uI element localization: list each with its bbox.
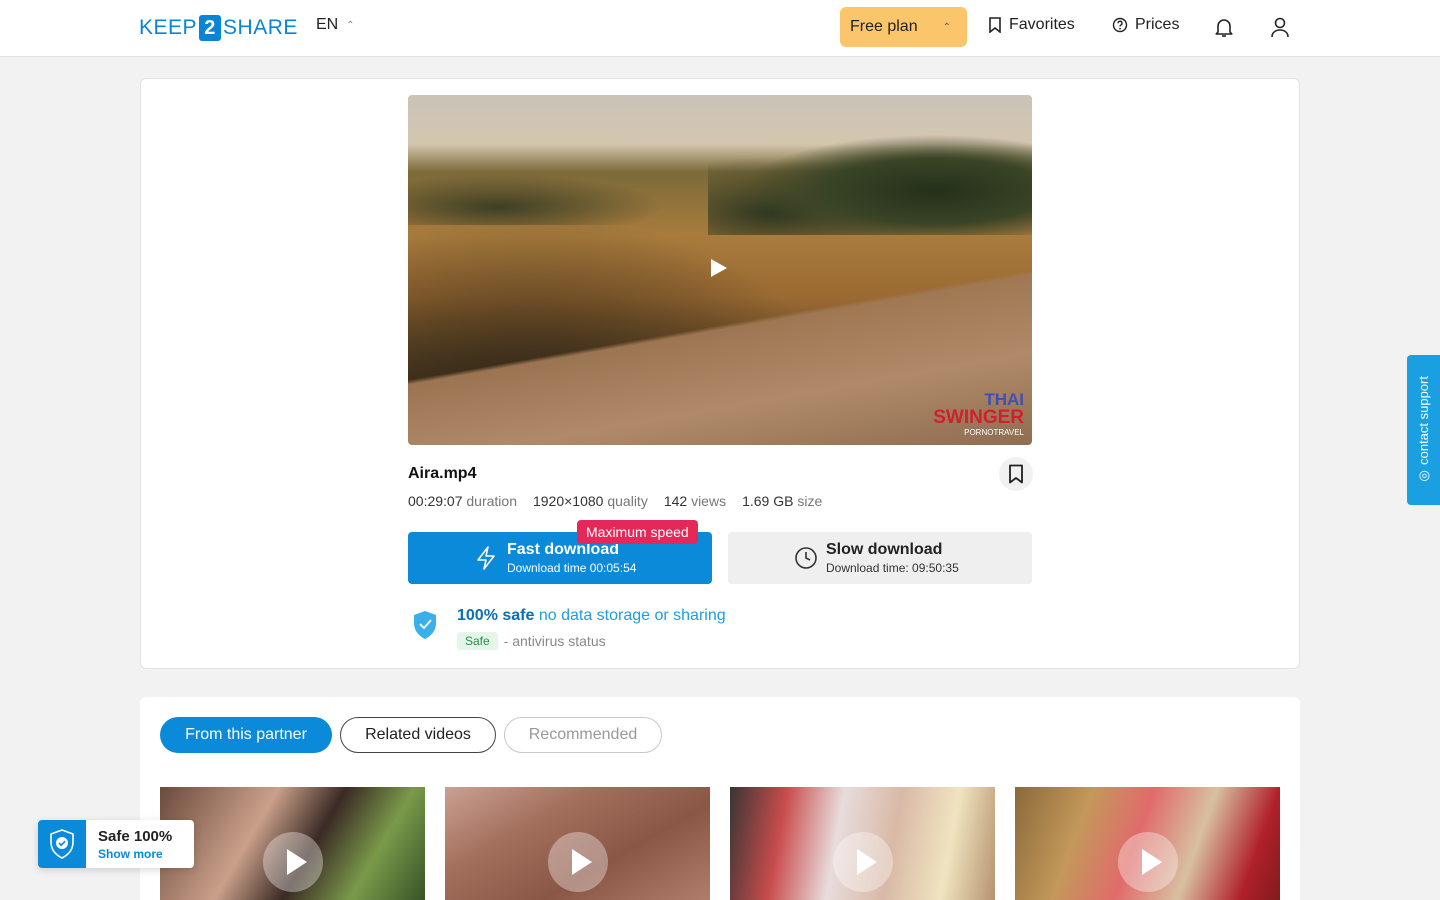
video-player[interactable]: THAI SWINGER PORNOTRAVEL [408, 95, 1032, 445]
duration-label: duration [466, 493, 517, 509]
top-header: KEEP 2 SHARE EN ⌃ Free plan ⌃ Favorites … [0, 0, 1440, 57]
play-icon[interactable] [1118, 832, 1178, 892]
favorites-link[interactable]: Favorites [988, 16, 1075, 34]
favorites-label: Favorites [1009, 16, 1075, 33]
plan-label: Free plan [850, 18, 918, 35]
quality-value: 1920×1080 [532, 493, 604, 509]
language-label: EN [316, 16, 339, 33]
meta-views: 142 views [664, 493, 726, 509]
watermark-line1: THAI [984, 390, 1024, 409]
watermark-line3: PORNOTRAVEL [964, 428, 1024, 437]
safe-widget[interactable]: Safe 100% Show more [38, 820, 194, 868]
chevron-up-icon: ⌃ [346, 19, 355, 31]
safe-chip: Safe [457, 632, 498, 650]
watermark-line2: SWINGER [933, 407, 1024, 428]
duration-value: 00:29:07 [408, 493, 463, 509]
video-frame-bushes [408, 165, 708, 225]
antivirus-status-label: - antivirus status [503, 633, 606, 649]
slow-download-time: Download time: 09:50:35 [826, 561, 959, 575]
keep2share-logo[interactable]: KEEP 2 SHARE [139, 14, 298, 42]
video-thumbnail[interactable] [445, 787, 710, 900]
maximum-speed-badge: Maximum speed [577, 520, 698, 544]
contact-support-label: ◎ contact support [1416, 376, 1431, 484]
size-label: size [797, 493, 823, 509]
quality-label: quality [607, 493, 648, 509]
prices-link[interactable]: Prices [1112, 16, 1179, 34]
language-selector[interactable]: EN ⌃ [316, 16, 355, 34]
bell-icon [1215, 19, 1233, 37]
size-value: 1.69 GB [742, 493, 794, 509]
views-label: views [691, 493, 727, 509]
logo-text-share: SHARE [223, 16, 298, 39]
play-icon[interactable] [711, 259, 727, 277]
account-button[interactable] [1268, 15, 1292, 39]
video-thumbnail[interactable] [730, 787, 995, 900]
clock-icon [795, 547, 817, 569]
play-icon[interactable] [548, 832, 608, 892]
lightning-icon [477, 546, 495, 570]
tab-from-this-partner[interactable]: From this partner [160, 717, 332, 753]
meta-size: 1.69 GB size [742, 493, 822, 509]
fast-download-time: Download time 00:05:54 [507, 561, 637, 575]
file-name: Aira.mp4 [408, 465, 477, 482]
antivirus-status: Safe - antivirus status [457, 632, 606, 650]
logo-text-two: 2 [199, 15, 222, 41]
file-meta: 00:29:07 duration 1920×1080 quality 142 … [408, 493, 822, 509]
free-plan-button[interactable]: Free plan ⌃ [840, 7, 967, 47]
meta-duration: 00:29:07 duration [408, 493, 517, 509]
shield-check-icon [414, 611, 436, 639]
play-icon[interactable] [833, 832, 893, 892]
tab-related-videos[interactable]: Related videos [340, 717, 496, 753]
show-more-link[interactable]: Show more [98, 847, 163, 861]
prices-label: Prices [1135, 16, 1180, 33]
safe-widget-badge [38, 820, 86, 868]
bookmark-icon [1009, 464, 1023, 484]
slow-download-button[interactable]: Slow download Download time: 09:50:35 [728, 532, 1032, 584]
views-value: 142 [663, 493, 688, 509]
add-favorite-button[interactable] [999, 457, 1033, 491]
user-icon [1271, 17, 1289, 38]
tab-recommended[interactable]: Recommended [504, 717, 662, 753]
video-frame-trees [708, 125, 1032, 235]
slow-download-title: Slow download [826, 541, 943, 558]
notifications-button[interactable] [1212, 15, 1236, 39]
safe-widget-title: Safe 100% [98, 828, 173, 845]
safety-bold: 100% safe [457, 607, 535, 624]
bookmark-icon [989, 17, 1001, 33]
question-circle-icon [1112, 17, 1128, 33]
safety-headline: 100% safe no data storage or sharing [457, 607, 726, 625]
video-thumbnail[interactable] [160, 787, 425, 900]
shield-check-icon [50, 829, 74, 859]
video-watermark: THAI SWINGER PORNOTRAVEL [933, 391, 1024, 437]
video-thumbnail[interactable] [1015, 787, 1280, 900]
logo-text-keep: KEEP [139, 16, 198, 39]
meta-quality: 1920×1080 quality [533, 493, 648, 509]
contact-support-tab[interactable]: ◎ contact support [1407, 355, 1440, 505]
safety-text: no data storage or sharing [538, 607, 726, 624]
play-icon[interactable] [263, 832, 323, 892]
chevron-up-icon: ⌃ [942, 21, 951, 33]
